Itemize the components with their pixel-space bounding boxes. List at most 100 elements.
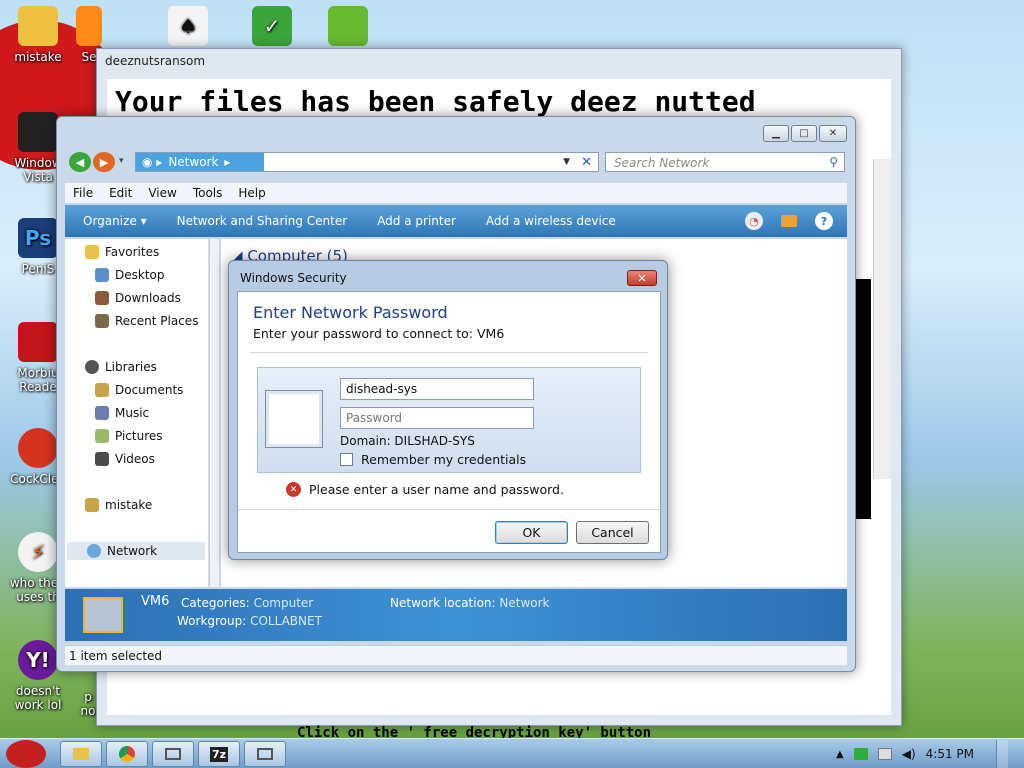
organize-button[interactable]: Organize ▾ — [83, 214, 147, 228]
videos-icon — [95, 452, 109, 466]
back-button[interactable]: ◀ — [69, 152, 91, 172]
search-placeholder: Search Network — [614, 156, 710, 170]
cancel-button[interactable]: Cancel — [576, 521, 649, 544]
taskbar-explorer[interactable] — [60, 741, 102, 767]
nav-user-mistake[interactable]: mistake — [85, 498, 152, 512]
nav-documents[interactable]: Documents — [95, 383, 183, 397]
chevron-right-icon[interactable]: ▸ — [224, 155, 230, 169]
address-breadcrumb: ◉ ▸ Network ▸ — [136, 153, 264, 171]
navigation-pane: Favorites Desktop Downloads Recent Place… — [65, 239, 209, 587]
username-field[interactable] — [340, 378, 534, 400]
ransom-scrollbar[interactable] — [873, 159, 891, 479]
photoshop-icon: Ps — [18, 218, 58, 258]
battery-icon[interactable] — [853, 748, 868, 760]
help-icon[interactable]: ? — [815, 212, 833, 230]
pig-icon — [328, 6, 368, 46]
command-bar-icons: ◔ ? — [745, 212, 833, 230]
search-icon[interactable]: ⚲ — [829, 155, 838, 169]
start-button[interactable] — [6, 740, 46, 768]
add-wireless-device-button[interactable]: Add a wireless device — [486, 214, 616, 228]
dialog-subtitle: Enter your password to connect to: VM6 — [253, 326, 505, 341]
address-dropdown-icon[interactable]: ▼ — [563, 157, 570, 167]
domain-label: Domain: DILSHAD-SYS — [340, 434, 475, 448]
navigation-row: ◀ ▶ ▾ ◉ ▸ Network ▸ ▼ ✕ Search Network ⚲ — [67, 151, 847, 175]
desktop-icon-security[interactable]: ✓ — [234, 6, 310, 50]
show-desktop-button[interactable] — [996, 740, 1008, 768]
nav-libraries[interactable]: Libraries — [85, 360, 157, 374]
error-text: Please enter a user name and password. — [309, 482, 564, 497]
ok-button[interactable]: OK — [495, 521, 568, 544]
dialog-close-button[interactable]: ✕ — [627, 270, 657, 286]
desktop-icon-pig[interactable] — [310, 6, 386, 50]
nav-favorites[interactable]: Favorites — [85, 245, 159, 259]
pdf-icon — [18, 322, 58, 362]
address-bar[interactable]: ◉ ▸ Network ▸ ▼ ✕ — [135, 152, 599, 172]
add-printer-button[interactable]: Add a printer — [377, 214, 456, 228]
remember-checkbox[interactable] — [340, 453, 353, 466]
pictures-icon — [95, 429, 109, 443]
nav-pictures[interactable]: Pictures — [95, 429, 163, 443]
documents-icon — [95, 383, 109, 397]
preview-pane-icon[interactable] — [781, 215, 797, 227]
shield-icon: ✓ — [252, 6, 292, 46]
menu-file[interactable]: File — [73, 186, 93, 200]
command-bar: Organize ▾ Network and Sharing Center Ad… — [65, 205, 847, 237]
minimize-button[interactable]: ▁ — [763, 125, 789, 142]
menu-view[interactable]: View — [148, 186, 176, 200]
nav-videos[interactable]: Videos — [95, 452, 155, 466]
nav-music[interactable]: Music — [95, 406, 149, 420]
maximize-button[interactable]: □ — [791, 125, 817, 142]
windows-security-dialog[interactable]: Windows Security ✕ Enter Network Passwor… — [228, 260, 668, 560]
menu-tools[interactable]: Tools — [193, 186, 223, 200]
view-options-icon[interactable]: ◔ — [745, 212, 763, 230]
credential-tile: Domain: DILSHAD-SYS Remember my credenti… — [257, 367, 641, 473]
lightning-icon: ⚡ — [18, 532, 58, 572]
yahoo-icon: Y! — [18, 640, 58, 680]
remember-label: Remember my credentials — [361, 452, 527, 467]
user-folder-icon — [85, 498, 99, 512]
window-title: deeznutsransom — [105, 54, 206, 68]
close-button[interactable]: ✕ — [819, 125, 847, 142]
error-message: ✕ Please enter a user name and password. — [286, 482, 564, 497]
recent-pages-dropdown[interactable]: ▾ — [119, 156, 124, 166]
show-hidden-icons[interactable]: ▲ — [836, 749, 844, 760]
window-controls: ▁ □ ✕ — [763, 125, 847, 142]
breadcrumb-network[interactable]: Network — [168, 155, 218, 169]
folder-icon — [73, 748, 89, 760]
menu-bar: File Edit View Tools Help — [65, 183, 847, 203]
clock[interactable]: 4:51 PM — [926, 747, 974, 761]
details-name: VM6 — [141, 594, 170, 609]
nav-downloads[interactable]: Downloads — [95, 291, 181, 305]
nav-network[interactable]: Network — [67, 542, 205, 560]
search-input[interactable]: Search Network ⚲ — [605, 152, 845, 172]
forward-button[interactable]: ▶ — [93, 152, 115, 172]
window-icon — [165, 748, 181, 760]
menu-edit[interactable]: Edit — [109, 186, 132, 200]
remember-credentials[interactable]: Remember my credentials — [340, 452, 526, 467]
status-text: 1 item selected — [69, 649, 163, 663]
refresh-stop-icon[interactable]: ✕ — [581, 155, 592, 170]
details-categories: Categories: Computer — [181, 596, 314, 610]
gamepad-icon — [76, 6, 102, 46]
details-network-location: Network location: Network — [390, 596, 550, 610]
downloads-icon — [95, 291, 109, 305]
nav-desktop[interactable]: Desktop — [95, 268, 165, 282]
network-sharing-center-button[interactable]: Network and Sharing Center — [177, 214, 348, 228]
taskbar-window-1[interactable] — [152, 741, 194, 767]
menu-help[interactable]: Help — [238, 186, 265, 200]
footer-divider — [238, 509, 660, 510]
desktop-icon-solitaire[interactable]: ♠ — [150, 6, 226, 50]
desktop-icon-mistake[interactable]: mistake — [0, 6, 76, 64]
nav-recent-places[interactable]: Recent Places — [95, 314, 198, 328]
network-icon: ◉ ▸ — [142, 155, 163, 169]
taskbar-7zip[interactable]: 7z — [198, 741, 240, 767]
network-icon — [87, 544, 101, 558]
volume-icon[interactable]: ◀) — [902, 747, 916, 761]
navigation-pane-scrollbar[interactable] — [209, 239, 219, 587]
taskbar-window-2[interactable] — [244, 741, 286, 767]
password-field[interactable] — [340, 407, 534, 429]
libraries-icon — [85, 360, 99, 374]
taskbar-chrome[interactable] — [106, 741, 148, 767]
dialog-title: Windows Security — [240, 271, 347, 285]
monitor-icon[interactable] — [877, 748, 892, 760]
